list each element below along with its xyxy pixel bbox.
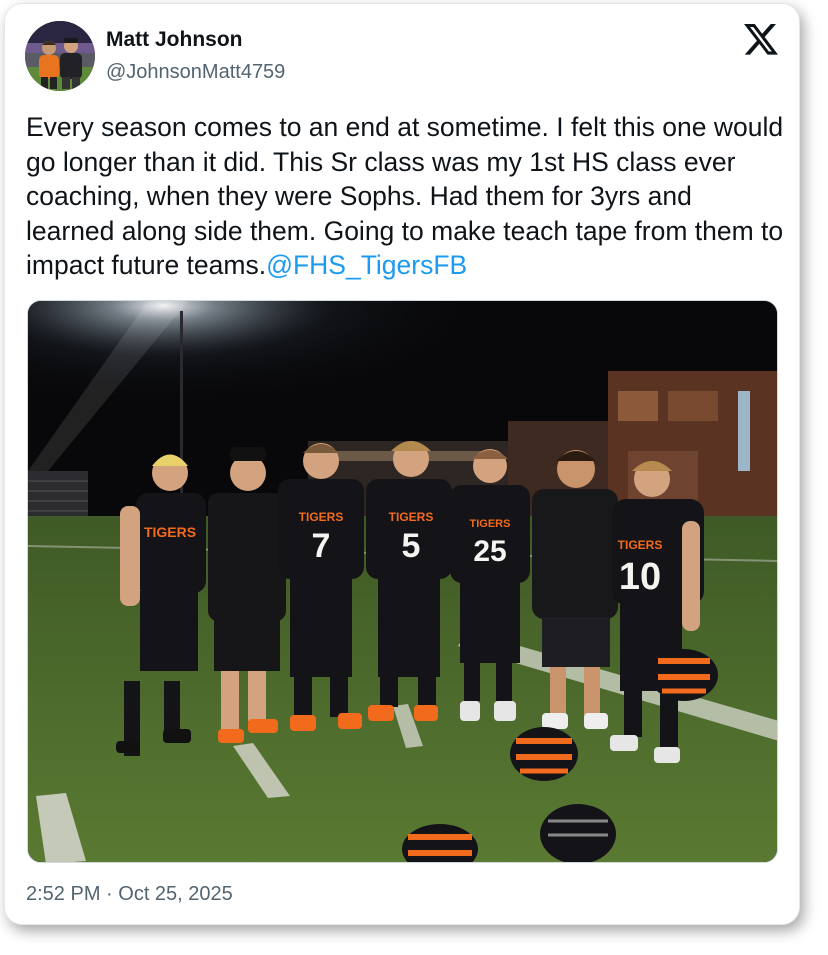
jersey-1-word: TIGERS [144,524,196,540]
jersey-5-word: TIGERS [389,510,434,524]
tweet-photo[interactable]: TIGERS TIGERS 7 TIGERS 5 TIGERS 25 TIGER… [27,300,778,863]
author-handle[interactable]: @JohnsonMatt4759 [106,61,285,84]
jersey-number-7: 7 [312,527,331,565]
author-avatar[interactable] [25,21,95,91]
helmet-3 [540,804,616,862]
jersey-number-5: 5 [402,527,421,565]
tweet-card: Matt Johnson @JohnsonMatt4759 Every seas… [4,3,800,925]
tweet-text: Every season comes to an end at sometime… [26,110,786,283]
x-logo-icon[interactable] [744,24,778,56]
jersey-10-word: TIGERS [618,538,663,552]
jersey-number-10: 10 [619,556,661,598]
team-photo-image: TIGERS TIGERS 7 TIGERS 5 TIGERS 25 TIGER… [28,301,777,862]
helmet-1 [650,649,718,701]
mention-link[interactable]: @FHS_TigersFB [266,250,467,280]
tweet-timestamp[interactable]: 2:52 PM · Oct 25, 2025 [26,883,233,906]
author-display-name[interactable]: Matt Johnson [106,28,243,52]
jersey-25-word: TIGERS [470,518,511,530]
jersey-number-25: 25 [473,535,506,568]
helmet-2 [510,727,578,781]
jersey-7-word: TIGERS [299,510,344,524]
profile-photo [25,21,95,91]
